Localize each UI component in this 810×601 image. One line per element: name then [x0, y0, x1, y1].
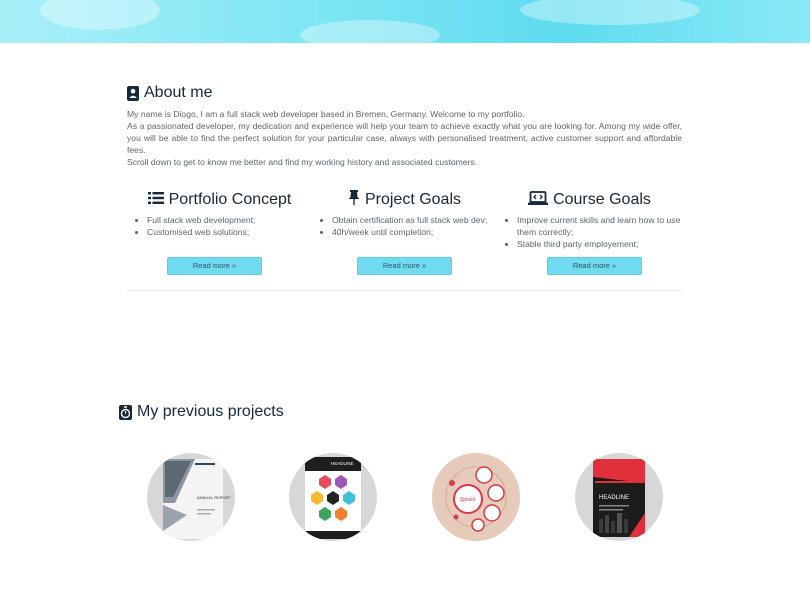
column-list: Improve current skills and learn how to …	[497, 214, 682, 250]
about-heading: About me	[127, 84, 682, 102]
column-title: Course Goals	[553, 191, 651, 208]
column-list: Obtain certification as full stack web d…	[312, 214, 497, 238]
list-icon	[147, 191, 164, 210]
thumbnail-caption: ANNUAL REPORT	[197, 495, 231, 500]
thumbnail-caption: HEADLINE	[599, 495, 629, 501]
section-divider	[127, 290, 682, 291]
goals-columns: Portfolio Concept Full stack web develop…	[127, 190, 682, 275]
laptop-code-icon	[528, 190, 549, 210]
thumbnail-caption: HEADLINE	[331, 461, 354, 466]
read-more-button[interactable]: Read more »	[167, 257, 262, 275]
projects-gallery: ANNUAL REPORT HEADLINE Splash HEADLINE	[0, 453, 810, 543]
course-goals-column: Course Goals Improve current skills and …	[497, 190, 682, 275]
project-goals-column: Project Goals Obtain certification as fu…	[312, 190, 497, 275]
infographic-poster-thumbnail[interactable]: HEADLINE	[289, 453, 377, 541]
column-heading: Project Goals	[312, 190, 497, 210]
column-heading: Course Goals	[497, 190, 682, 210]
list-item: Stable third party employement;	[517, 238, 682, 250]
thumbnail-caption: Splash	[460, 497, 476, 503]
annual-report-thumbnail[interactable]: ANNUAL REPORT	[147, 453, 235, 541]
column-list: Full stack web development; Customised w…	[127, 214, 312, 238]
list-item: Full stack web development;	[147, 214, 312, 226]
stopwatch-icon	[119, 404, 132, 420]
column-heading: Portfolio Concept	[127, 191, 312, 210]
list-item: Improve current skills and learn how to …	[517, 214, 682, 238]
column-title: Project Goals	[364, 191, 462, 208]
read-more-button[interactable]: Read more »	[547, 257, 642, 275]
list-item: 40h/week until completion;	[332, 226, 497, 238]
projects-title: My previous projects	[137, 403, 284, 420]
circle-infographic-thumbnail[interactable]: Splash	[432, 453, 520, 541]
column-title: Portfolio Concept	[168, 191, 292, 208]
user-card-icon	[127, 85, 139, 101]
projects-heading: My previous projects	[119, 403, 284, 421]
about-paragraph: As a passionated developer, my dedicatio…	[127, 121, 682, 155]
pushpin-icon	[348, 190, 360, 210]
portfolio-concept-column: Portfolio Concept Full stack web develop…	[127, 191, 312, 275]
about-description: My name is Diogo, I am a full stack web …	[127, 108, 682, 168]
list-item: Customised web solutions;	[147, 226, 312, 238]
about-paragraph: Scroll down to get to know me better and…	[127, 157, 478, 167]
about-section: About me My name is Diogo, I am a full s…	[127, 84, 682, 168]
header-banner	[0, 0, 810, 50]
about-paragraph: My name is Diogo, I am a full stack web …	[127, 109, 525, 119]
read-more-button[interactable]: Read more »	[357, 257, 452, 275]
about-title: About me	[144, 84, 213, 101]
red-brochure-thumbnail[interactable]: HEADLINE	[575, 453, 663, 541]
list-item: Obtain certification as full stack web d…	[332, 214, 497, 226]
